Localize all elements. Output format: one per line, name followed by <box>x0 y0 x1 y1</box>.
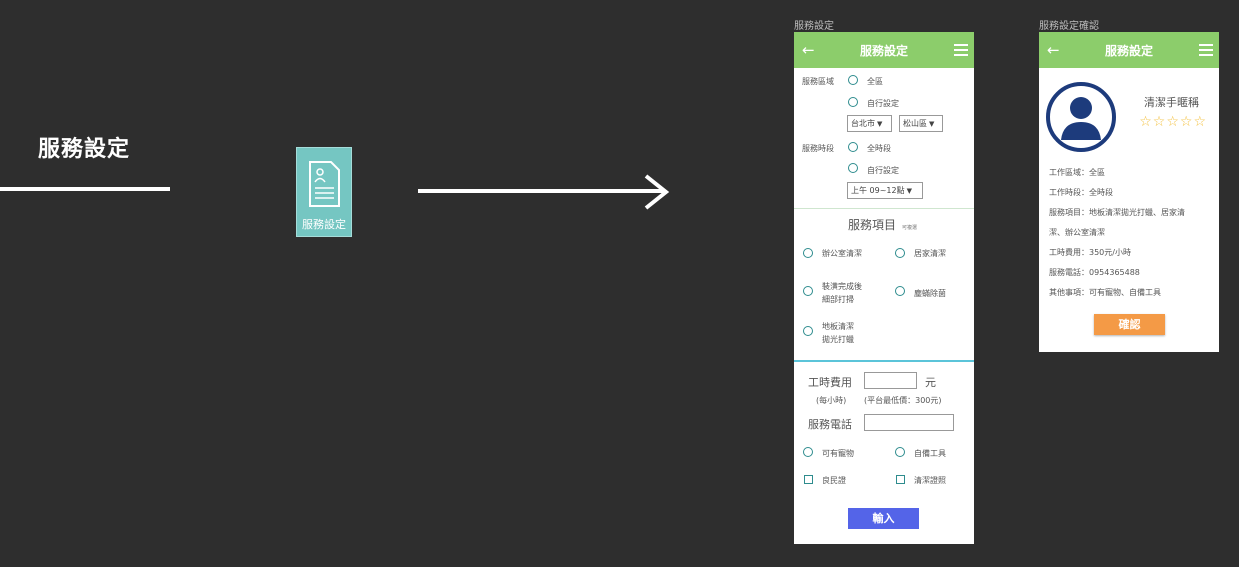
item-home-label: 居家清潔 <box>914 249 946 258</box>
item-renovation-label-line2: 細部打掃 <box>822 295 854 304</box>
screen2-caption: 服務設定確認 <box>1039 21 1099 32</box>
item-floor-radio[interactable] <box>803 326 813 336</box>
good-citizen-label: 良民證 <box>822 476 846 485</box>
time-all-radio[interactable] <box>848 142 858 152</box>
area-all-label: 全區 <box>867 77 883 86</box>
chevron-down-icon: ▼ <box>877 120 883 128</box>
fee-min-hint: (平台最低價：300元) <box>864 396 942 405</box>
cleaner-nickname: 清潔手暱稱 <box>1144 96 1199 109</box>
items-title: 服務項目 <box>848 218 897 232</box>
confirm-screen: ← 服務設定 清潔手暱稱 ☆☆☆☆☆ 工作區域：全區 工作時段：全時段 服務項目… <box>1039 32 1219 352</box>
district-select[interactable]: 松山區 ▼ <box>899 115 943 132</box>
page-title: 服務設定 <box>1104 44 1153 58</box>
item-renovation-label-line1: 裝潢完成後 <box>822 282 862 291</box>
info-phone: 服務電話：0954365488 <box>1049 268 1140 277</box>
hamburger-menu-icon[interactable] <box>1199 44 1213 56</box>
fee-input[interactable] <box>864 372 917 389</box>
confirm-button[interactable]: 確認 <box>1094 314 1165 335</box>
item-mite-radio[interactable] <box>895 286 905 296</box>
area-all-radio[interactable] <box>848 75 858 85</box>
flow-arrow-line <box>418 189 663 193</box>
fee-label: 工時費用 <box>808 376 852 389</box>
info-items-line2: 潔、辦公室清潔 <box>1049 228 1105 237</box>
area-custom-radio[interactable] <box>848 97 858 107</box>
time-select[interactable]: 上午 09~12點 ▼ <box>847 182 923 199</box>
city-select-value: 台北市 <box>851 119 875 128</box>
item-renovation-radio[interactable] <box>803 286 813 296</box>
info-time: 工作時段：全時段 <box>1049 188 1113 197</box>
item-mite-label: 塵蟎除菌 <box>914 289 946 298</box>
items-note: 可複選 <box>902 225 918 231</box>
app-header: ← 服務設定 <box>794 32 974 68</box>
cleaning-license-checkbox[interactable] <box>896 475 905 484</box>
section-divider-blue <box>794 360 974 362</box>
time-label: 服務時段 <box>802 144 834 153</box>
screen1-caption: 服務設定 <box>794 21 834 32</box>
cleaning-license-label: 清潔證照 <box>914 476 946 485</box>
district-select-value: 松山區 <box>903 119 927 128</box>
chevron-down-icon: ▼ <box>929 120 935 128</box>
arrow-right-icon <box>644 174 670 210</box>
rating-stars-icon: ☆☆☆☆☆ <box>1139 114 1207 130</box>
flow-line <box>0 187 170 191</box>
own-tools-label: 自備工具 <box>914 449 946 458</box>
phone-label: 服務電話 <box>808 418 852 431</box>
own-tools-radio[interactable] <box>895 447 905 457</box>
item-office-label: 辦公室清潔 <box>822 249 862 258</box>
info-other: 其他事項：可有寵物、自備工具 <box>1049 288 1161 297</box>
time-custom-label: 自行設定 <box>867 166 899 175</box>
area-label: 服務區域 <box>802 77 834 86</box>
time-select-value: 上午 09~12點 <box>851 186 905 195</box>
info-area: 工作區域：全區 <box>1049 168 1105 177</box>
city-select[interactable]: 台北市 ▼ <box>847 115 892 132</box>
pets-allowed-label: 可有寵物 <box>822 449 854 458</box>
phone-input[interactable] <box>864 414 954 431</box>
page-title: 服務設定 <box>859 44 908 58</box>
good-citizen-checkbox[interactable] <box>804 475 813 484</box>
item-floor-label-line1: 地板清潔 <box>822 322 854 331</box>
item-floor-label-line2: 拋光打蠟 <box>822 335 854 344</box>
area-custom-label: 自行設定 <box>867 99 899 108</box>
fee-hint: (每小時) <box>816 396 847 405</box>
document-icon-label: 服務設定 <box>302 218 346 231</box>
item-office-radio[interactable] <box>803 248 813 258</box>
pets-allowed-radio[interactable] <box>803 447 813 457</box>
document-outline-icon <box>309 161 340 207</box>
fee-unit: 元 <box>925 376 936 389</box>
app-header: ← 服務設定 <box>1039 32 1219 68</box>
service-settings-screen: ← 服務設定 服務區域 全區 自行設定 台北市 ▼ 松山區 ▼ 服務時段 全時段 自… <box>794 32 974 544</box>
chevron-down-icon: ▼ <box>906 187 912 195</box>
submit-button[interactable]: 輸入 <box>848 508 919 529</box>
flow-title: 服務設定 <box>38 137 131 162</box>
info-fee: 工時費用：350元/小時 <box>1049 248 1131 257</box>
time-custom-radio[interactable] <box>848 163 858 173</box>
hamburger-menu-icon[interactable] <box>954 44 968 56</box>
document-icon[interactable]: 服務設定 <box>296 147 352 237</box>
section-divider <box>794 208 974 209</box>
time-all-label: 全時段 <box>867 144 891 153</box>
info-items-line1: 服務項目：地板清潔拋光打蠟、居家清 <box>1049 208 1185 217</box>
avatar-icon <box>1046 82 1116 152</box>
item-home-radio[interactable] <box>895 248 905 258</box>
